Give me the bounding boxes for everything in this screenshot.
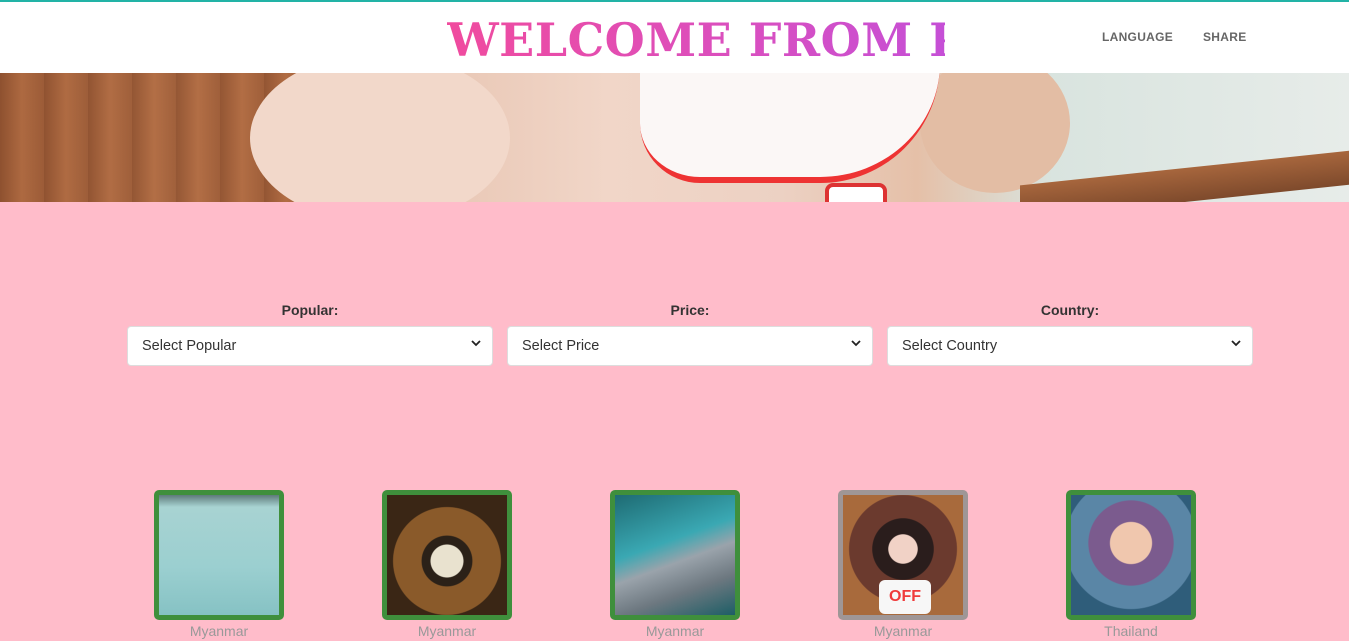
popular-select[interactable]: Select Popular — [127, 326, 493, 366]
filter-popular: Popular: Select Popular — [127, 302, 493, 366]
filter-price-label: Price: — [670, 302, 710, 318]
site-header: WELCOME FROM PIN LANGUAGE SHARE — [0, 2, 1349, 73]
chevron-down-icon — [470, 337, 482, 352]
hero-banner-image: ✚ — [0, 73, 1349, 202]
profile-thumbnail[interactable] — [1066, 490, 1196, 620]
chevron-down-icon — [850, 337, 862, 352]
profile-card[interactable]: Thailand — [1066, 490, 1196, 639]
profile-card[interactable]: Myanmar — [154, 490, 284, 639]
filter-country: Country: Select Country — [887, 302, 1253, 366]
nav-language[interactable]: LANGUAGE — [1102, 30, 1173, 44]
site-title-marquee: WELCOME FROM PIN — [447, 12, 945, 68]
site-title: WELCOME FROM PIN — [447, 12, 945, 68]
price-select-value: Select Price — [522, 338, 600, 354]
profile-country: Myanmar — [873, 623, 933, 639]
country-select[interactable]: Select Country — [887, 326, 1253, 366]
profile-country: Thailand — [1104, 623, 1158, 639]
profile-thumbnail[interactable] — [610, 490, 740, 620]
offline-badge: OFF — [879, 580, 931, 614]
filter-country-label: Country: — [1040, 302, 1100, 318]
profile-thumbnail[interactable]: OFF — [838, 490, 968, 620]
profile-card[interactable]: Myanmar — [382, 490, 512, 639]
filter-popular-label: Popular: — [281, 302, 339, 318]
price-select[interactable]: Select Price — [507, 326, 873, 366]
profile-country: Myanmar — [189, 623, 249, 639]
nav-share[interactable]: SHARE — [1203, 30, 1247, 44]
profile-card[interactable]: Myanmar — [610, 490, 740, 639]
country-select-value: Select Country — [902, 338, 998, 354]
popular-select-value: Select Popular — [142, 338, 237, 354]
profile-thumbnail[interactable] — [382, 490, 512, 620]
chevron-down-icon — [1230, 337, 1242, 352]
profile-card[interactable]: OFF Myanmar — [838, 490, 968, 639]
profile-thumbnail[interactable] — [154, 490, 284, 620]
profile-country: Myanmar — [645, 623, 705, 639]
filter-price: Price: Select Price — [507, 302, 873, 366]
profile-country: Myanmar — [417, 623, 477, 639]
